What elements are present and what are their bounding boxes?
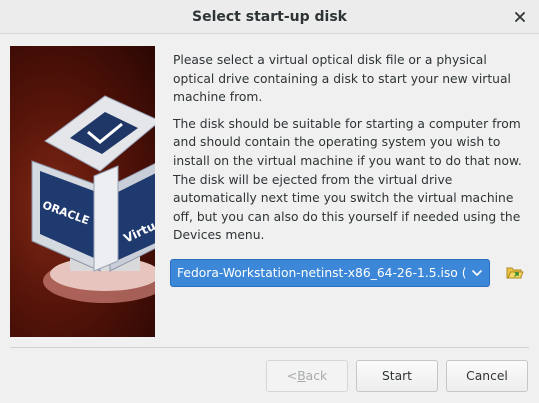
disk-selector[interactable]: Fedora-Workstation-netinst-x86_64-26-1.5… bbox=[170, 259, 490, 287]
back-button-prefix: < bbox=[286, 369, 298, 383]
virtualbox-logo: ORACLE Virtu bbox=[31, 95, 155, 303]
window-title: Select start-up disk bbox=[192, 8, 347, 25]
folder-open-icon bbox=[506, 267, 524, 279]
chevron-down-icon bbox=[472, 270, 482, 276]
back-button-mnemonic: B bbox=[297, 369, 306, 383]
virtualbox-wizard-image: ORACLE Virtu bbox=[10, 46, 155, 337]
separator bbox=[10, 347, 529, 348]
back-button[interactable]: < Back bbox=[266, 360, 348, 392]
close-icon bbox=[515, 12, 525, 22]
close-button[interactable] bbox=[511, 8, 529, 26]
instruction-paragraph-1: Please select a virtual optical disk fil… bbox=[173, 53, 511, 105]
cancel-button[interactable]: Cancel bbox=[446, 360, 528, 392]
instructions: Please select a virtual optical disk fil… bbox=[173, 51, 529, 253]
choose-disk-button[interactable] bbox=[505, 264, 525, 282]
start-button[interactable]: Start bbox=[356, 360, 438, 392]
back-button-label: ack bbox=[305, 369, 328, 383]
disk-selector-value: Fedora-Workstation-netinst-x86_64-26-1.5… bbox=[177, 266, 467, 280]
title-bar: Select start-up disk bbox=[0, 0, 539, 34]
dialog-content: ORACLE Virtu Please select a virtual opt… bbox=[0, 34, 539, 403]
instruction-paragraph-2: The disk should be suitable for starting… bbox=[173, 116, 522, 243]
